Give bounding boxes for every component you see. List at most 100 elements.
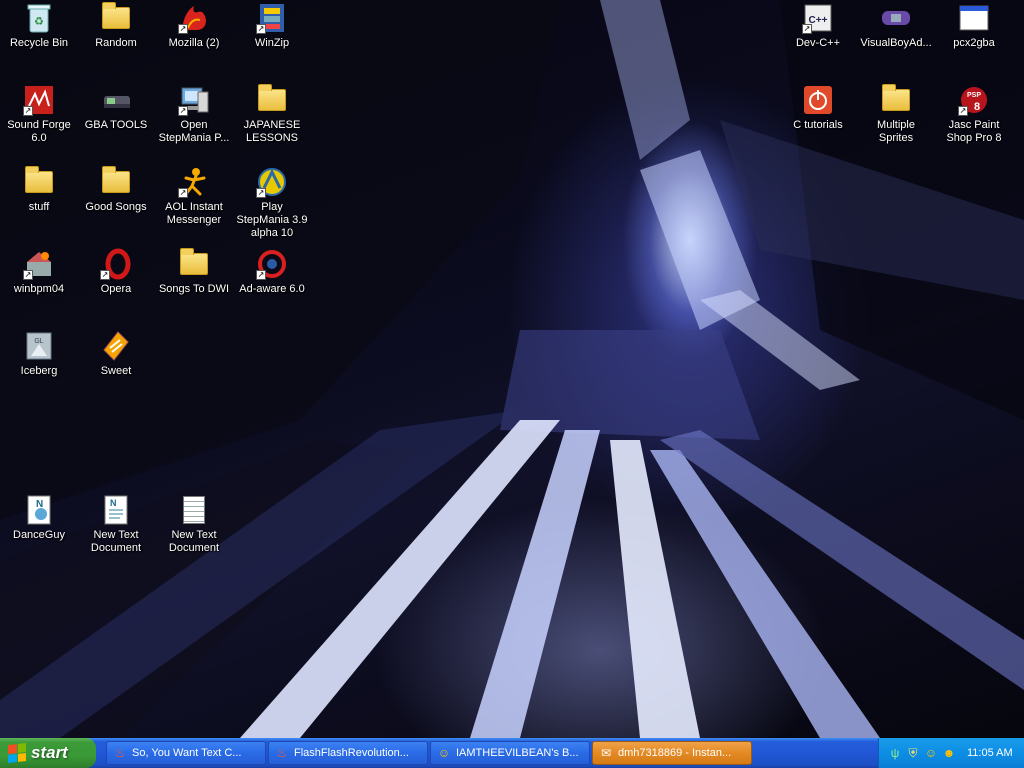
- shortcut-arrow-icon: ↗: [958, 106, 968, 116]
- paint-shop-pro-icon: PSP 8 ↗: [958, 84, 990, 116]
- security-icon[interactable]: ⛨: [905, 745, 921, 761]
- desktop-icon-aim[interactable]: ↗ AOL Instant Messenger: [155, 166, 233, 227]
- folder-icon: [256, 84, 288, 116]
- taskbar-button-dmh7318869-instant-message[interactable]: ✉ dmh7318869 - Instan...: [592, 741, 752, 765]
- aim-chat-icon: ✉: [600, 746, 612, 760]
- desktop-icon-label: New Text Document: [90, 529, 142, 554]
- start-button[interactable]: start: [0, 738, 96, 768]
- svg-text:8: 8: [974, 101, 980, 113]
- shortcut-arrow-icon: ↗: [178, 24, 188, 34]
- desktop-icon-label: GBA TOOLS: [84, 119, 148, 131]
- aim-icon: ↗: [178, 166, 210, 198]
- start-label: start: [31, 743, 68, 762]
- taskbar-button-label: FlashFlashRevolution...: [294, 747, 409, 759]
- desktop-icon-iceberg[interactable]: GL Iceberg: [0, 330, 78, 378]
- aim-tray-icon-2[interactable]: ☻: [941, 745, 957, 761]
- desktop-icon-label: Jasc Paint Shop Pro 8: [946, 119, 1002, 144]
- desktop-icon-new-text-document-2[interactable]: New Text Document: [155, 494, 233, 555]
- desktop-icon-label: Sweet: [100, 365, 132, 377]
- desktop-icon-danceguy[interactable]: N DanceGuy: [0, 494, 78, 542]
- visualboyadvance-icon: [880, 2, 912, 34]
- desktop-icon-visualboyadvance[interactable]: VisualBoyAd...: [857, 2, 935, 50]
- desktop-icon-recycle-bin[interactable]: ♻ Recycle Bin: [0, 2, 78, 50]
- network-icon[interactable]: ψ: [887, 745, 903, 761]
- desktop-icon-label: AOL Instant Messenger: [165, 201, 223, 226]
- desktop-icon-label: Iceberg: [20, 365, 58, 377]
- svg-text:♻: ♻: [34, 16, 44, 28]
- iceberg-icon: GL: [23, 330, 55, 362]
- winamp-icon: [100, 330, 132, 362]
- desktop-icon-label: Songs To DWI: [158, 283, 230, 295]
- desktop-icon-label: Play StepMania 3.9 alpha 10: [236, 201, 308, 239]
- winzip-icon: ↗: [256, 2, 288, 34]
- taskbar-button-label: So, You Want Text C...: [132, 747, 242, 759]
- dev-cpp-icon: C++ ↗: [802, 2, 834, 34]
- windows-flag-icon: [8, 743, 26, 763]
- desktop-icon-label: winbpm04: [13, 283, 65, 295]
- desktop-icon-good-songs[interactable]: Good Songs: [77, 166, 155, 214]
- desktop-icon-new-text-document-1[interactable]: N New Text Document: [77, 494, 155, 555]
- application-icon: [958, 2, 990, 34]
- desktop-icon-open-stepmania[interactable]: ↗ Open StepMania P...: [155, 84, 233, 145]
- desktop-icon-stuff[interactable]: stuff: [0, 166, 78, 214]
- system-tray: ψ ⛨ ☺ ☻ 11:05 AM: [878, 738, 1024, 768]
- shortcut-arrow-icon: ↗: [100, 270, 110, 280]
- desktop-icon-winbpm04[interactable]: ↗ winbpm04: [0, 248, 78, 296]
- desktop-icon-pcx2gba[interactable]: pcx2gba: [935, 2, 1013, 50]
- taskbar-button-flashflashrevolution[interactable]: ♨ FlashFlashRevolution...: [268, 741, 428, 765]
- text-document-icon: [178, 494, 210, 526]
- desktop-icon-mozilla[interactable]: ↗ Mozilla (2): [155, 2, 233, 50]
- svg-text:N: N: [110, 498, 117, 508]
- desktop-icon-songs-to-dwi[interactable]: Songs To DWI: [155, 248, 233, 296]
- text-document-icon: N: [100, 494, 132, 526]
- folder-icon: [880, 84, 912, 116]
- desktop-icon-japanese-lessons[interactable]: JAPANESE LESSONS: [233, 84, 311, 145]
- taskbar-button-iamtheevilbean[interactable]: ☺ IAMTHEEVILBEAN's B...: [430, 741, 590, 765]
- mozilla-icon: ♨: [276, 746, 288, 760]
- desktop-icon-winzip[interactable]: ↗ WinZip: [233, 2, 311, 50]
- opera-icon: ↗: [100, 248, 132, 280]
- desktop-icon-opera[interactable]: ↗ Opera: [77, 248, 155, 296]
- shortcut-arrow-icon: ↗: [178, 106, 188, 116]
- taskbar-button-so-you-want-text[interactable]: ♨ So, You Want Text C...: [106, 741, 266, 765]
- mozilla-icon: ↗: [178, 2, 210, 34]
- desktop-icon-multiple-sprites[interactable]: Multiple Sprites: [857, 84, 935, 145]
- taskbar-buttons: ♨ So, You Want Text C... ♨ FlashFlashRev…: [106, 738, 754, 768]
- desktop-icon-label: Open StepMania P...: [158, 119, 230, 144]
- folder-icon: [178, 248, 210, 280]
- desktop-icon-sound-forge[interactable]: ↗ Sound Forge 6.0: [0, 84, 78, 145]
- desktop-icon-c-tutorials[interactable]: C tutorials: [779, 84, 857, 132]
- desktop[interactable]: ♻ Recycle Bin ↗ Sound Forge 6.0 stuff ↗ …: [0, 0, 1024, 738]
- desktop-icon-paint-shop-pro[interactable]: PSP 8 ↗ Jasc Paint Shop Pro 8: [935, 84, 1013, 145]
- taskbar: start ♨ So, You Want Text C... ♨ FlashFl…: [0, 738, 1024, 768]
- desktop-icon-random[interactable]: Random: [77, 2, 155, 50]
- desktop-icon-play-stepmania[interactable]: ↗ Play StepMania 3.9 alpha 10: [233, 166, 311, 240]
- computer-icon: ↗: [178, 84, 210, 116]
- shortcut-arrow-icon: ↗: [256, 270, 266, 280]
- svg-text:PSP: PSP: [967, 92, 981, 99]
- desktop-icon-label: Good Songs: [85, 201, 147, 213]
- recycle-bin-icon: ♻: [23, 2, 55, 34]
- desktop-icon-label: WinZip: [254, 37, 290, 49]
- gba-tools-icon: [100, 84, 132, 116]
- desktop-icon-label: pcx2gba: [953, 37, 995, 49]
- desktop-icon-sweet[interactable]: Sweet: [77, 330, 155, 378]
- desktop-icon-label: Dev-C++: [795, 37, 841, 49]
- desktop-icon-gba-tools[interactable]: GBA TOOLS: [77, 84, 155, 132]
- shortcut-arrow-icon: ↗: [178, 188, 188, 198]
- stepmania-icon: ↗: [256, 166, 288, 198]
- aim-tray-icon[interactable]: ☺: [923, 745, 939, 761]
- desktop-icon-dev-cpp[interactable]: C++ ↗ Dev-C++: [779, 2, 857, 50]
- shortcut-arrow-icon: ↗: [23, 270, 33, 280]
- desktop-icon-label: Random: [95, 37, 137, 49]
- taskbar-button-label: IAMTHEEVILBEAN's B...: [456, 747, 579, 759]
- desktop-icon-label: Sound Forge 6.0: [7, 119, 71, 144]
- clock[interactable]: 11:05 AM: [967, 747, 1013, 759]
- svg-text:GL: GL: [34, 338, 43, 345]
- folder-icon: [100, 2, 132, 34]
- desktop-icon-ad-aware[interactable]: ↗ Ad-aware 6.0: [233, 248, 311, 296]
- taskbar-button-label: dmh7318869 - Instan...: [618, 747, 732, 759]
- desktop-icon-label: Recycle Bin: [9, 37, 69, 49]
- shortcut-arrow-icon: ↗: [23, 106, 33, 116]
- aim-icon: ☺: [437, 746, 451, 760]
